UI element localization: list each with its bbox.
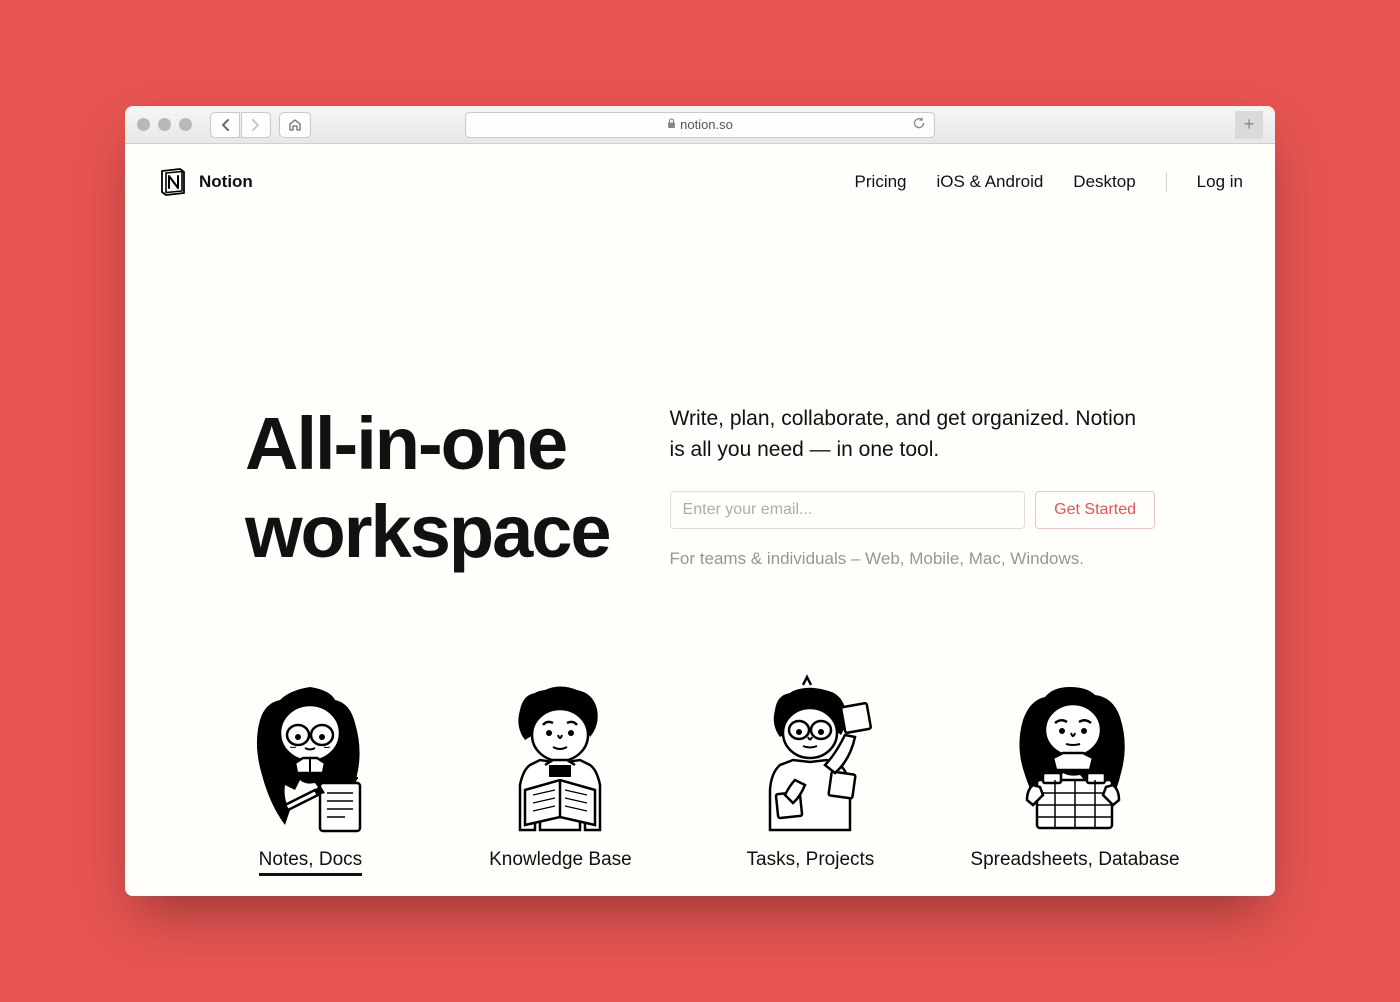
feature-label: Knowledge Base (489, 849, 632, 871)
signup-form: Get Started (670, 491, 1155, 529)
hero-section: All-in-one workspace Write, plan, collab… (125, 220, 1275, 575)
nav-divider (1166, 172, 1167, 192)
logo[interactable]: Notion (157, 166, 253, 198)
brand-name: Notion (199, 172, 253, 192)
forward-button[interactable] (241, 112, 271, 138)
nav-link-desktop[interactable]: Desktop (1073, 172, 1135, 192)
hero-details: Write, plan, collaborate, and get organi… (670, 400, 1155, 575)
feature-spreadsheets-database[interactable]: Spreadsheets, Database (970, 655, 1179, 876)
feature-knowledge-base[interactable]: Knowledge Base (470, 655, 650, 876)
email-field[interactable] (670, 491, 1026, 529)
feature-label: Tasks, Projects (747, 849, 875, 871)
page-content: Notion Pricing iOS & Android Desktop Log… (125, 144, 1275, 896)
browser-chrome: notion.so + (125, 106, 1275, 144)
back-button[interactable] (210, 112, 240, 138)
hero-title-line2: workspace (245, 490, 610, 573)
url-host: notion.so (680, 117, 733, 132)
reload-icon[interactable] (912, 116, 926, 133)
feature-label: Notes, Docs (259, 849, 362, 876)
feature-tasks-projects[interactable]: Tasks, Projects (720, 655, 900, 876)
spreadsheets-database-illustration (985, 655, 1165, 835)
notes-docs-illustration (220, 655, 400, 835)
close-window-icon[interactable] (137, 118, 150, 131)
feature-notes-docs[interactable]: Notes, Docs (220, 655, 400, 876)
hero-title: All-in-one workspace (245, 400, 610, 575)
main-nav: Pricing iOS & Android Desktop Log in (855, 172, 1243, 192)
hero-title-block: All-in-one workspace (245, 400, 610, 575)
site-header: Notion Pricing iOS & Android Desktop Log… (125, 144, 1275, 220)
hero-meta: For teams & individuals – Web, Mobile, M… (670, 549, 1155, 569)
maximize-window-icon[interactable] (179, 118, 192, 131)
home-button[interactable] (279, 112, 311, 138)
traffic-lights (137, 118, 192, 131)
knowledge-base-illustration (470, 655, 650, 835)
notion-logo-icon (157, 166, 189, 198)
browser-window: notion.so + Notion Pricing iOS & (125, 106, 1275, 896)
feature-label: Spreadsheets, Database (970, 849, 1179, 871)
nav-buttons (210, 112, 271, 138)
nav-link-mobile[interactable]: iOS & Android (937, 172, 1044, 192)
address-bar[interactable]: notion.so (465, 112, 935, 138)
nav-link-login[interactable]: Log in (1197, 172, 1243, 192)
new-tab-button[interactable]: + (1235, 111, 1263, 139)
hero-title-line1: All-in-one (245, 402, 566, 485)
get-started-button[interactable]: Get Started (1035, 491, 1155, 529)
minimize-window-icon[interactable] (158, 118, 171, 131)
lock-icon (667, 118, 676, 132)
hero-description: Write, plan, collaborate, and get organi… (670, 404, 1155, 465)
tasks-projects-illustration (720, 655, 900, 835)
nav-link-pricing[interactable]: Pricing (855, 172, 907, 192)
features-section: Notes, Docs (125, 575, 1275, 896)
